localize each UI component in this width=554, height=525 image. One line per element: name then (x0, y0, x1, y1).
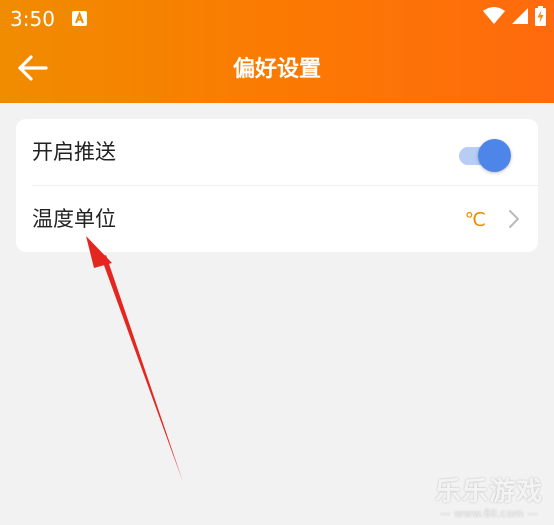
push-toggle[interactable] (457, 138, 513, 172)
a-badge-icon (72, 11, 87, 26)
temperature-unit-row[interactable]: 温度单位 ℃ (16, 186, 538, 252)
push-setting-label: 开启推送 (32, 140, 116, 164)
push-setting-row: 开启推送 (16, 119, 538, 185)
app-header: 3:50 偏好设置 (0, 0, 554, 103)
status-time: 3:50 (10, 7, 55, 31)
status-icons (483, 6, 546, 30)
status-bar: 3:50 (0, 0, 554, 38)
toolbar: 偏好设置 (0, 38, 554, 103)
watermark-title: 乐乐游戏 (434, 477, 543, 507)
cellular-signal-icon (511, 7, 529, 29)
settings-card: 开启推送 温度单位 ℃ (16, 119, 538, 252)
toggle-thumb (478, 139, 511, 172)
temperature-unit-label: 温度单位 (32, 207, 116, 231)
watermark-url: — www.6ll.com — (439, 507, 539, 520)
page-title: 偏好设置 (232, 57, 321, 82)
battery-charging-icon (535, 6, 546, 30)
wifi-icon (483, 7, 505, 29)
watermark: 乐乐游戏 — www.6ll.com — (430, 477, 548, 521)
chevron-right-icon (508, 209, 520, 229)
temperature-unit-value: ℃ (464, 209, 486, 231)
